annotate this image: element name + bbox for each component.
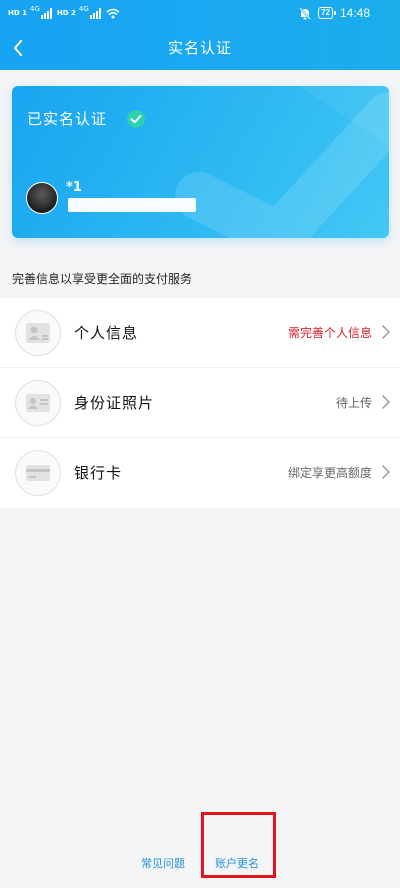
masked-name: *1 bbox=[66, 180, 82, 195]
list-item-label: 银行卡 bbox=[74, 464, 123, 482]
list-item-bank-card[interactable]: 银行卡 绑定享更高额度 bbox=[0, 438, 400, 508]
verified-label: 已实名认证 bbox=[27, 110, 108, 128]
list-item-label: 个人信息 bbox=[74, 324, 139, 342]
highlight-box bbox=[201, 812, 276, 878]
avatar bbox=[26, 182, 58, 214]
check-watermark-icon bbox=[175, 86, 389, 238]
hd1-label: HD 1 bbox=[8, 8, 27, 17]
chevron-right-icon bbox=[382, 325, 390, 339]
page-title: 实名认证 bbox=[167, 39, 232, 57]
sim2-hd: HD 2 bbox=[56, 8, 76, 17]
list-item-label: 身份证照片 bbox=[74, 394, 155, 412]
list-item-status: 待上传 bbox=[335, 396, 372, 410]
id-card-icon bbox=[15, 380, 61, 426]
status-right: 72 14:48 bbox=[299, 6, 370, 20]
wifi-icon bbox=[106, 8, 120, 18]
sim1-hd: HD 1 bbox=[8, 8, 27, 17]
net2-label: 4G bbox=[78, 5, 89, 13]
battery-icon: 72 bbox=[318, 7, 336, 19]
hd2-label: HD 2 bbox=[56, 8, 76, 17]
header-bar: HD 1 4G HD 2 4G 72 14:48 实名认证 bbox=[0, 0, 400, 70]
verified-card: 已实名认证 *1 bbox=[12, 86, 389, 238]
chevron-right-icon bbox=[382, 395, 390, 409]
signal1-icon bbox=[40, 7, 52, 19]
net1-label: 4G bbox=[29, 5, 40, 13]
list-item-status: 需完善个人信息 bbox=[287, 326, 372, 340]
list-item-id-photo[interactable]: 身份证照片 待上传 bbox=[0, 368, 400, 438]
status-bar: HD 1 4G HD 2 4G 72 14:48 bbox=[0, 0, 400, 28]
chevron-right-icon bbox=[382, 465, 390, 479]
clock: 14:48 bbox=[339, 6, 370, 20]
list-item-status: 绑定享更高额度 bbox=[287, 466, 372, 480]
info-hint: 完善信息以享受更全面的支付服务 bbox=[12, 272, 193, 286]
bank-card-icon bbox=[15, 450, 61, 496]
status-left: HD 1 4G HD 2 4G bbox=[8, 5, 120, 21]
info-list: 个人信息 需完善个人信息 身份证照片 待上传 银行卡 绑定享更高额度 bbox=[0, 298, 400, 508]
verified-check-icon bbox=[127, 110, 145, 128]
list-item-personal-info[interactable]: 个人信息 需完善个人信息 bbox=[0, 298, 400, 368]
redaction-mask bbox=[68, 198, 196, 212]
id-person-icon bbox=[15, 310, 61, 356]
mute-bell-icon bbox=[299, 6, 311, 20]
faq-link[interactable]: 常见问题 bbox=[141, 855, 185, 871]
signal2-icon bbox=[89, 7, 101, 19]
